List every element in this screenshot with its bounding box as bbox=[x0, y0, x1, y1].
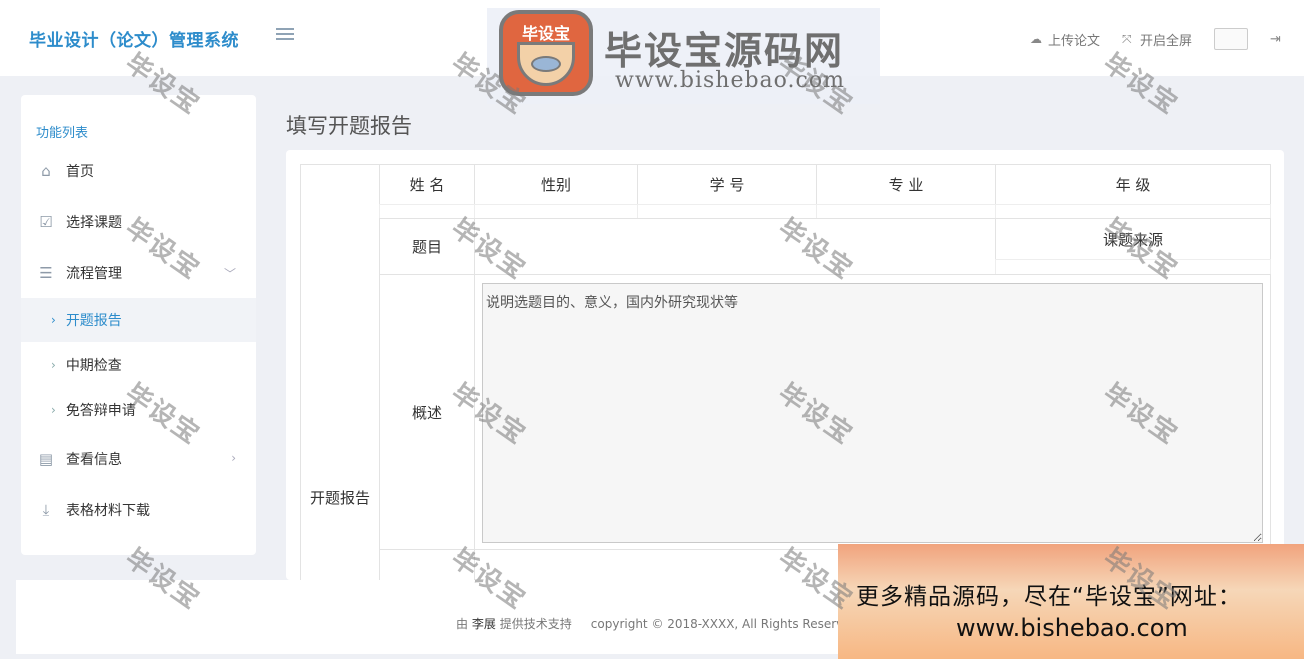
sidebar-item-label: 选择课题 bbox=[66, 215, 122, 231]
chevron-right-icon: › bbox=[51, 358, 56, 372]
sidebar-subitem-proposal[interactable]: › 开题报告 bbox=[21, 298, 256, 342]
topic-value[interactable] bbox=[474, 218, 996, 275]
chevron-right-icon: › bbox=[51, 313, 56, 327]
header-gender: 性别 bbox=[474, 164, 638, 205]
value-major[interactable] bbox=[816, 204, 996, 219]
sidebar-item-home[interactable]: ⌂ 首页 bbox=[21, 149, 256, 193]
menu-toggle-icon[interactable] bbox=[276, 28, 294, 44]
checkbox-icon: ☑ bbox=[39, 213, 53, 231]
sidebar-item-info[interactable]: ▤ 查看信息 › bbox=[21, 437, 256, 481]
logo-title: 毕设宝源码网 bbox=[604, 29, 845, 73]
value-name[interactable] bbox=[379, 204, 475, 219]
cloud-upload-icon: ☁ bbox=[1029, 32, 1042, 46]
header-actions: ☁ 上传论文 ⤧ 开启全屏 ⇥ bbox=[1030, 28, 1284, 50]
footer-by: 由 bbox=[456, 617, 469, 631]
chevron-right-icon: › bbox=[51, 403, 56, 417]
section-label: 开题报告 bbox=[309, 489, 370, 507]
header-grade: 年 级 bbox=[995, 164, 1271, 205]
sidebar-item-select-topic[interactable]: ☑ 选择课题 bbox=[21, 200, 256, 244]
logo-badge: 毕设宝 bbox=[499, 10, 593, 96]
section-label-cell: 开题报告 bbox=[300, 164, 380, 580]
overview-textarea[interactable] bbox=[482, 283, 1263, 543]
overview-label: 概述 bbox=[379, 274, 475, 550]
app-title: 毕业设计（论文）管理系统 bbox=[29, 31, 239, 51]
home-icon: ⌂ bbox=[41, 162, 51, 180]
avatar[interactable] bbox=[1214, 28, 1248, 50]
expand-icon: ⤧ bbox=[1121, 32, 1132, 46]
value-grade[interactable] bbox=[995, 204, 1271, 219]
fullscreen-label: 开启全屏 bbox=[1139, 33, 1192, 49]
sidebar-item-process[interactable]: ☰ 流程管理 ﹀ bbox=[21, 251, 256, 295]
sidebar-item-label: 表格材料下载 bbox=[66, 503, 150, 519]
footer-author: 李展 bbox=[471, 617, 496, 631]
sidebar-subitem-midterm[interactable]: › 中期检查 bbox=[21, 343, 256, 387]
server-icon: ☰ bbox=[39, 264, 53, 282]
sidebar-subitem-label: 开题报告 bbox=[65, 313, 122, 329]
sidebar-item-label: 流程管理 bbox=[66, 266, 122, 282]
next-row-label bbox=[379, 549, 475, 580]
sidebar-title: 功能列表 bbox=[36, 126, 89, 141]
sidebar-subitem-exemption[interactable]: › 免答辩申请 bbox=[21, 388, 256, 432]
logo-eye-icon bbox=[531, 56, 561, 72]
header-major: 专 业 bbox=[816, 164, 996, 205]
topic-source-label: 课题来源 bbox=[995, 218, 1271, 260]
promo-banner: 更多精品源码，尽在“毕设宝”网址： www.bishebao.com bbox=[838, 544, 1304, 659]
calendar-icon: ▤ bbox=[38, 450, 54, 468]
upload-thesis-label: 上传论文 bbox=[1047, 33, 1100, 49]
value-gender[interactable] bbox=[474, 204, 638, 219]
sidebar-item-label: 查看信息 bbox=[66, 452, 122, 468]
sidebar-item-label: 首页 bbox=[66, 164, 94, 180]
download-icon: ⤓ bbox=[42, 501, 50, 519]
watermark-logo: 毕设宝 毕设宝源码网 www.bishebao.com bbox=[487, 8, 880, 104]
page-title: 填写开题报告 bbox=[286, 114, 412, 138]
header-name: 姓 名 bbox=[379, 164, 475, 205]
promo-line-2: www.bishebao.com bbox=[956, 614, 1188, 642]
topic-source-value[interactable] bbox=[995, 259, 1271, 275]
fullscreen-button[interactable]: ⤧ 开启全屏 bbox=[1122, 30, 1192, 49]
logo-badge-text: 毕设宝 bbox=[521, 24, 570, 43]
header-student-id: 学 号 bbox=[637, 164, 817, 205]
sidebar-subitem-label: 中期检查 bbox=[65, 358, 122, 374]
logo-url: www.bishebao.com bbox=[615, 68, 845, 93]
sidebar-subitem-label: 免答辩申请 bbox=[65, 403, 136, 419]
topic-label: 题目 bbox=[379, 218, 475, 275]
promo-line-1: 更多精品源码，尽在“毕设宝”网址： bbox=[856, 584, 1242, 610]
upload-thesis-button[interactable]: ☁ 上传论文 bbox=[1030, 30, 1100, 49]
footer-support: 提供技术支持 bbox=[499, 617, 572, 631]
sidebar-item-download[interactable]: ⤓ 表格材料下载 bbox=[21, 488, 256, 532]
footer-text: 由 李展 提供技术支持 copyright © 2018-XXXX, All R… bbox=[456, 615, 851, 632]
logout-icon[interactable]: ⇥ bbox=[1270, 32, 1284, 47]
proposal-form-panel: 开题报告 姓 名 性别 学 号 专 业 年 级 题目 课题来源 概述 bbox=[286, 150, 1284, 580]
sidebar: 功能列表 ⌂ 首页 ☑ 选择课题 ☰ 流程管理 ﹀ › 开题报告 › 中期检查 … bbox=[21, 95, 256, 555]
chevron-down-icon: ﹀ bbox=[223, 267, 236, 281]
chevron-right-icon: › bbox=[231, 451, 236, 465]
footer-copyright: copyright © 2018-XXXX, All Rights Reserv… bbox=[590, 617, 851, 631]
value-student-id[interactable] bbox=[637, 204, 817, 219]
